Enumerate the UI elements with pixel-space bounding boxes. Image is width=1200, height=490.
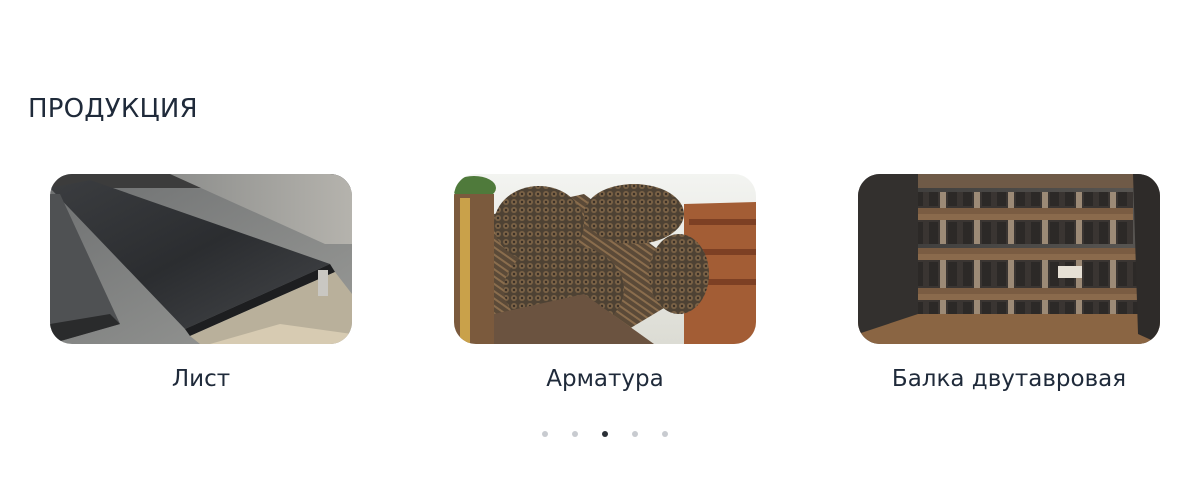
product-card-sheet[interactable]: Лист (50, 174, 352, 392)
product-image-i-beam[interactable] (858, 174, 1160, 344)
product-caption-sheet[interactable]: Лист (50, 366, 352, 392)
carousel-pagination (0, 431, 1200, 437)
product-caption-rebar[interactable]: Арматура (454, 366, 756, 392)
products-section: ПРОДУКЦИЯ Лист Арматура Балка двутаврова… (0, 0, 1200, 490)
carousel-dot-2[interactable] (572, 431, 578, 437)
carousel-dot-1[interactable] (542, 431, 548, 437)
product-image-rebar[interactable] (454, 174, 756, 344)
product-image-sheet[interactable] (50, 174, 352, 344)
product-caption-i-beam[interactable]: Балка двутавровая (858, 366, 1160, 392)
section-title: ПРОДУКЦИЯ (28, 94, 198, 124)
product-card-i-beam[interactable]: Балка двутавровая (858, 174, 1160, 392)
product-card-rebar[interactable]: Арматура (454, 174, 756, 392)
carousel-dot-4[interactable] (632, 431, 638, 437)
carousel-dot-3[interactable] (602, 431, 608, 437)
carousel-dot-5[interactable] (662, 431, 668, 437)
